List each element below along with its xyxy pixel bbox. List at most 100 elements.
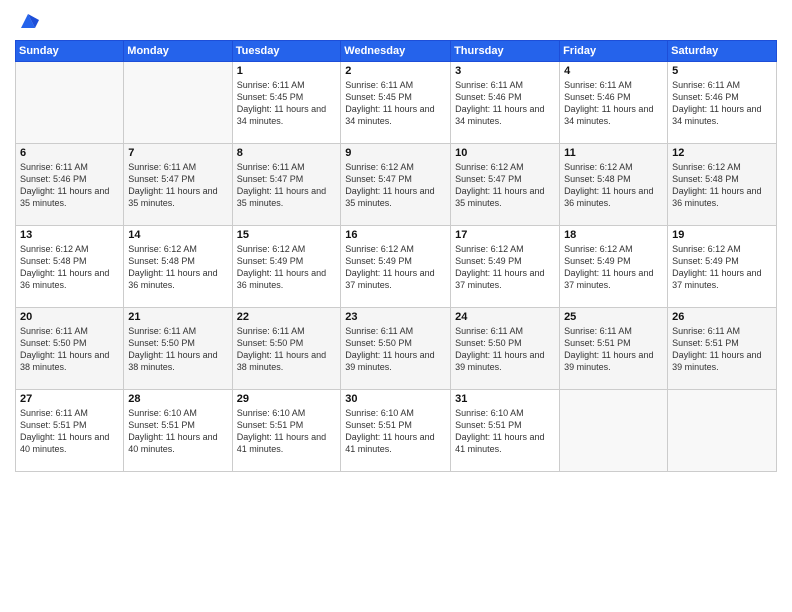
day-number: 6 <box>20 147 119 159</box>
day-info: Sunrise: 6:11 AM Sunset: 5:46 PM Dayligh… <box>564 79 663 128</box>
weekday-header: Monday <box>124 41 232 62</box>
day-number: 21 <box>128 311 227 323</box>
day-info: Sunrise: 6:12 AM Sunset: 5:49 PM Dayligh… <box>672 243 772 292</box>
day-info: Sunrise: 6:12 AM Sunset: 5:49 PM Dayligh… <box>345 243 446 292</box>
calendar-cell: 16 Sunrise: 6:12 AM Sunset: 5:49 PM Dayli… <box>341 226 451 308</box>
calendar-cell: 13Sunrise: 6:12 AM Sunset: 5:48 PM Dayli… <box>16 226 124 308</box>
day-info: Sunrise: 6:10 AM Sunset: 5:51 PM Dayligh… <box>237 407 337 456</box>
day-info: Sunrise: 6:11 AM Sunset: 5:50 PM Dayligh… <box>20 325 119 374</box>
day-number: 8 <box>237 147 337 159</box>
day-info: Sunrise: 6:12 AM Sunset: 5:49 PM Dayligh… <box>564 243 663 292</box>
day-info: Sunrise: 6:12 AM Sunset: 5:47 PM Dayligh… <box>345 161 446 210</box>
calendar-cell: 19 Sunrise: 6:12 AM Sunset: 5:49 PM Dayli… <box>668 226 777 308</box>
day-number: 20 <box>20 311 119 323</box>
day-info: Sunrise: 6:11 AM Sunset: 5:51 PM Dayligh… <box>564 325 663 374</box>
calendar-cell: 20 Sunrise: 6:11 AM Sunset: 5:50 PM Dayli… <box>16 308 124 390</box>
calendar-cell: 7 Sunrise: 6:11 AM Sunset: 5:47 PM Daylig… <box>124 144 232 226</box>
day-info: Sunrise: 6:12 AM Sunset: 5:48 PM Dayligh… <box>20 243 119 292</box>
calendar-cell: 28Sunrise: 6:10 AM Sunset: 5:51 PM Dayli… <box>124 390 232 472</box>
calendar-cell: 21 Sunrise: 6:11 AM Sunset: 5:50 PM Dayli… <box>124 308 232 390</box>
calendar-cell: 1 Sunrise: 6:11 AM Sunset: 5:45 PM Daylig… <box>232 62 341 144</box>
day-info: Sunrise: 6:11 AM Sunset: 5:46 PM Dayligh… <box>455 79 555 128</box>
weekday-header: Tuesday <box>232 41 341 62</box>
calendar-cell: 5Sunrise: 6:11 AM Sunset: 5:46 PM Daylig… <box>668 62 777 144</box>
day-info: Sunrise: 6:12 AM Sunset: 5:49 PM Dayligh… <box>237 243 337 292</box>
day-info: Sunrise: 6:11 AM Sunset: 5:50 PM Dayligh… <box>128 325 227 374</box>
calendar-week-row: 1 Sunrise: 6:11 AM Sunset: 5:45 PM Daylig… <box>16 62 777 144</box>
day-info: Sunrise: 6:10 AM Sunset: 5:51 PM Dayligh… <box>455 407 555 456</box>
day-info: Sunrise: 6:10 AM Sunset: 5:51 PM Dayligh… <box>345 407 446 456</box>
day-info: Sunrise: 6:12 AM Sunset: 5:48 PM Dayligh… <box>564 161 663 210</box>
day-info: Sunrise: 6:12 AM Sunset: 5:48 PM Dayligh… <box>128 243 227 292</box>
calendar-cell: 8Sunrise: 6:11 AM Sunset: 5:47 PM Daylig… <box>232 144 341 226</box>
day-number: 9 <box>345 147 446 159</box>
day-info: Sunrise: 6:11 AM Sunset: 5:50 PM Dayligh… <box>237 325 337 374</box>
day-number: 5 <box>672 65 772 77</box>
weekday-header: Wednesday <box>341 41 451 62</box>
day-number: 7 <box>128 147 227 159</box>
header <box>15 10 777 32</box>
day-number: 30 <box>345 393 446 405</box>
day-number: 2 <box>345 65 446 77</box>
calendar-cell <box>16 62 124 144</box>
calendar-cell: 4 Sunrise: 6:11 AM Sunset: 5:46 PM Daylig… <box>560 62 668 144</box>
day-number: 1 <box>237 65 337 77</box>
day-number: 16 <box>345 229 446 241</box>
day-number: 29 <box>237 393 337 405</box>
day-info: Sunrise: 6:12 AM Sunset: 5:49 PM Dayligh… <box>455 243 555 292</box>
calendar-cell: 29 Sunrise: 6:10 AM Sunset: 5:51 PM Dayli… <box>232 390 341 472</box>
day-info: Sunrise: 6:11 AM Sunset: 5:45 PM Dayligh… <box>345 79 446 128</box>
calendar-cell: 24Sunrise: 6:11 AM Sunset: 5:50 PM Dayli… <box>451 308 560 390</box>
day-number: 18 <box>564 229 663 241</box>
calendar-cell: 23Sunrise: 6:11 AM Sunset: 5:50 PM Dayli… <box>341 308 451 390</box>
weekday-header: Thursday <box>451 41 560 62</box>
calendar-table: SundayMondayTuesdayWednesdayThursdayFrid… <box>15 40 777 472</box>
day-number: 17 <box>455 229 555 241</box>
calendar-cell: 12 Sunrise: 6:12 AM Sunset: 5:48 PM Dayli… <box>668 144 777 226</box>
weekday-header: Sunday <box>16 41 124 62</box>
day-info: Sunrise: 6:12 AM Sunset: 5:48 PM Dayligh… <box>672 161 772 210</box>
calendar-week-row: 20 Sunrise: 6:11 AM Sunset: 5:50 PM Dayli… <box>16 308 777 390</box>
calendar-cell: 26 Sunrise: 6:11 AM Sunset: 5:51 PM Dayli… <box>668 308 777 390</box>
calendar-header-row: SundayMondayTuesdayWednesdayThursdayFrid… <box>16 41 777 62</box>
calendar-cell: 22 Sunrise: 6:11 AM Sunset: 5:50 PM Dayli… <box>232 308 341 390</box>
day-info: Sunrise: 6:11 AM Sunset: 5:47 PM Dayligh… <box>128 161 227 210</box>
calendar-cell <box>124 62 232 144</box>
day-info: Sunrise: 6:11 AM Sunset: 5:51 PM Dayligh… <box>672 325 772 374</box>
day-number: 19 <box>672 229 772 241</box>
calendar-cell: 31Sunrise: 6:10 AM Sunset: 5:51 PM Dayli… <box>451 390 560 472</box>
day-number: 3 <box>455 65 555 77</box>
calendar-cell: 2 Sunrise: 6:11 AM Sunset: 5:45 PM Daylig… <box>341 62 451 144</box>
day-info: Sunrise: 6:12 AM Sunset: 5:47 PM Dayligh… <box>455 161 555 210</box>
calendar-cell: 17 Sunrise: 6:12 AM Sunset: 5:49 PM Dayli… <box>451 226 560 308</box>
calendar-cell: 27 Sunrise: 6:11 AM Sunset: 5:51 PM Dayli… <box>16 390 124 472</box>
weekday-header: Saturday <box>668 41 777 62</box>
calendar-cell <box>668 390 777 472</box>
day-number: 14 <box>128 229 227 241</box>
day-info: Sunrise: 6:11 AM Sunset: 5:51 PM Dayligh… <box>20 407 119 456</box>
day-number: 28 <box>128 393 227 405</box>
calendar-week-row: 13Sunrise: 6:12 AM Sunset: 5:48 PM Dayli… <box>16 226 777 308</box>
logo <box>15 10 39 32</box>
day-number: 12 <box>672 147 772 159</box>
day-number: 22 <box>237 311 337 323</box>
day-number: 27 <box>20 393 119 405</box>
calendar-cell: 30 Sunrise: 6:10 AM Sunset: 5:51 PM Dayli… <box>341 390 451 472</box>
calendar-cell: 18 Sunrise: 6:12 AM Sunset: 5:49 PM Dayli… <box>560 226 668 308</box>
day-info: Sunrise: 6:11 AM Sunset: 5:45 PM Dayligh… <box>237 79 337 128</box>
calendar-cell: 3 Sunrise: 6:11 AM Sunset: 5:46 PM Daylig… <box>451 62 560 144</box>
day-number: 11 <box>564 147 663 159</box>
calendar-week-row: 6 Sunrise: 6:11 AM Sunset: 5:46 PM Daylig… <box>16 144 777 226</box>
calendar-week-row: 27 Sunrise: 6:11 AM Sunset: 5:51 PM Dayli… <box>16 390 777 472</box>
day-info: Sunrise: 6:11 AM Sunset: 5:46 PM Dayligh… <box>20 161 119 210</box>
calendar-cell: 25Sunrise: 6:11 AM Sunset: 5:51 PM Dayli… <box>560 308 668 390</box>
calendar-cell: 11 Sunrise: 6:12 AM Sunset: 5:48 PM Dayli… <box>560 144 668 226</box>
page: SundayMondayTuesdayWednesdayThursdayFrid… <box>0 0 792 612</box>
day-number: 26 <box>672 311 772 323</box>
calendar-cell: 9 Sunrise: 6:12 AM Sunset: 5:47 PM Daylig… <box>341 144 451 226</box>
day-number: 4 <box>564 65 663 77</box>
calendar-cell: 14 Sunrise: 6:12 AM Sunset: 5:48 PM Dayli… <box>124 226 232 308</box>
day-info: Sunrise: 6:11 AM Sunset: 5:50 PM Dayligh… <box>455 325 555 374</box>
day-number: 15 <box>237 229 337 241</box>
calendar-cell: 15 Sunrise: 6:12 AM Sunset: 5:49 PM Dayli… <box>232 226 341 308</box>
